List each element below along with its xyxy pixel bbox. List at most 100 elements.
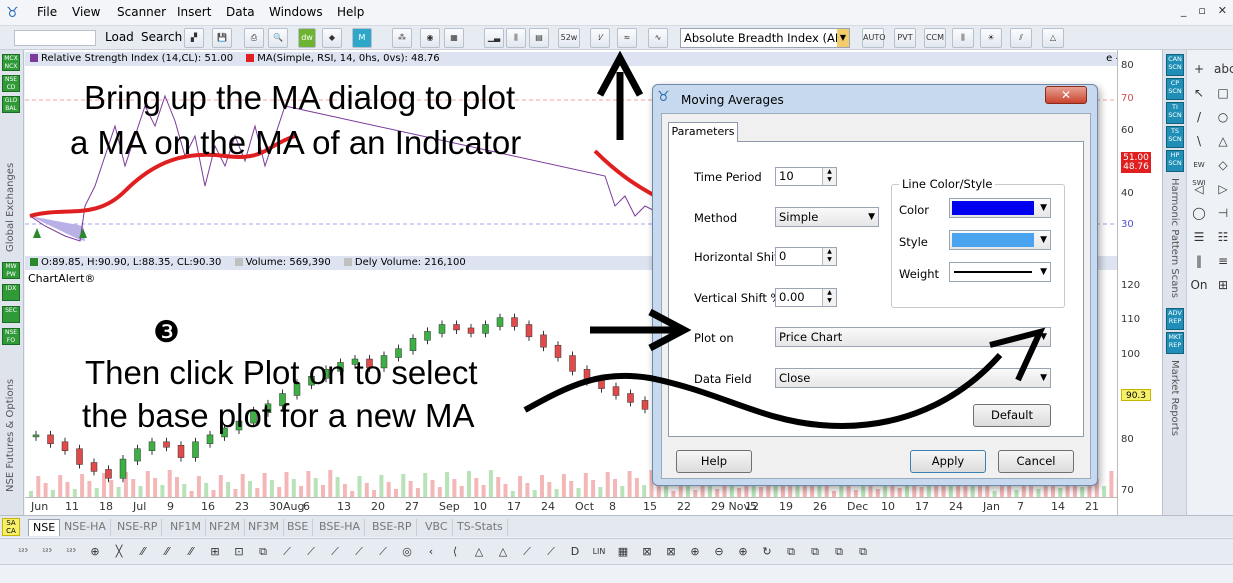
harmonic-scans-label[interactable]: Harmonic Pattern Scans bbox=[1169, 178, 1180, 298]
badge-cp-scn[interactable]: CP SCN bbox=[1166, 78, 1184, 100]
draw-tool-icon[interactable]: EW SWI bbox=[1190, 156, 1208, 187]
bottom-tool-icon[interactable]: ⊕ bbox=[734, 543, 752, 561]
diamond-icon[interactable]: ◆ bbox=[322, 28, 342, 48]
bottom-tool-icon[interactable]: ⁄⁄ bbox=[158, 543, 176, 561]
tab-vbc[interactable]: VBC bbox=[421, 519, 453, 536]
vertical-shift-input[interactable]: 0.00 ▲ ▼ bbox=[775, 288, 837, 307]
tab-bse-rp[interactable]: BSE-RP bbox=[368, 519, 417, 536]
time-period-input[interactable]: 10 ▲ ▼ bbox=[775, 167, 837, 186]
bars-icon[interactable]: ▁▃ bbox=[484, 28, 504, 48]
vp-icon[interactable]: ▤ bbox=[529, 28, 549, 48]
save-icon[interactable]: 💾 bbox=[212, 28, 232, 48]
hilo-icon[interactable]: ⫼ bbox=[506, 28, 526, 48]
tab-nse[interactable]: NSE bbox=[28, 519, 61, 536]
menu-view[interactable]: View bbox=[72, 5, 100, 19]
symbol-input[interactable] bbox=[14, 30, 96, 46]
bottom-tool-icon[interactable]: ⧉ bbox=[854, 543, 872, 561]
bottom-tool-icon[interactable]: △ bbox=[494, 543, 512, 561]
bottom-tool-icon[interactable]: ▦ bbox=[614, 543, 632, 561]
draw-tool-icon[interactable]: ≡ bbox=[1214, 252, 1232, 270]
apply-button[interactable]: Apply bbox=[910, 450, 986, 473]
pattern-icon[interactable]: △ bbox=[1042, 28, 1064, 48]
badge-adv-rep[interactable]: ADV REP bbox=[1166, 308, 1184, 330]
tab-nf2m[interactable]: NF2M bbox=[205, 519, 246, 536]
badge-global[interactable]: GLO BAL bbox=[2, 96, 20, 113]
m-icon[interactable]: M bbox=[352, 28, 372, 48]
nse-fo-label[interactable]: NSE Futures & Options bbox=[5, 352, 16, 492]
badge-nse-cd[interactable]: NSE CD bbox=[2, 75, 20, 92]
bottom-tool-icon[interactable]: ⟋ bbox=[278, 543, 296, 561]
bottom-tool-icon[interactable]: ‹ bbox=[422, 543, 440, 561]
network-icon[interactable]: ⁂ bbox=[392, 28, 412, 48]
draw-tool-icon[interactable]: ◇ bbox=[1214, 156, 1232, 174]
menu-windows[interactable]: Windows bbox=[269, 5, 323, 19]
auto-fibo-icon[interactable]: AUTO FIBO bbox=[862, 28, 886, 60]
menu-insert[interactable]: Insert bbox=[177, 5, 211, 19]
draw-tool-icon[interactable]: On bbox=[1190, 276, 1208, 294]
draw-tool-icon[interactable]: ⊣ bbox=[1214, 204, 1232, 222]
draw-tool-icon[interactable]: △ bbox=[1214, 132, 1232, 150]
bottom-tool-icon[interactable]: ↻ bbox=[758, 543, 776, 561]
dialog-close-button[interactable]: ✕ bbox=[1045, 86, 1087, 104]
bottom-tool-icon[interactable]: ⟋ bbox=[302, 543, 320, 561]
draw-tool-icon[interactable]: ☷ bbox=[1214, 228, 1232, 246]
tab-nse-rp[interactable]: NSE-RP bbox=[113, 519, 163, 536]
search-button[interactable]: Search bbox=[141, 30, 182, 44]
draw-tool-icon[interactable]: ↖ bbox=[1190, 84, 1208, 102]
load-button[interactable]: Load bbox=[105, 30, 134, 44]
draw-tool-icon[interactable]: \ bbox=[1190, 132, 1208, 150]
bottom-tool-icon[interactable]: ⊕ bbox=[686, 543, 704, 561]
badge-ts-scn[interactable]: TS SCN bbox=[1166, 126, 1184, 148]
draw-tool-icon[interactable]: / bbox=[1190, 108, 1208, 126]
bottom-tool-icon[interactable]: ◎ bbox=[398, 543, 416, 561]
table-icon[interactable]: ▦ bbox=[444, 28, 464, 48]
ccm-icon[interactable]: CCM TAM bbox=[924, 28, 946, 60]
close-window-button[interactable]: ✕ bbox=[1218, 4, 1227, 17]
horizontal-shift-input[interactable]: 0 ▲ ▼ bbox=[775, 247, 837, 266]
draw-tool-icon[interactable]: ☰ bbox=[1190, 228, 1208, 246]
spinner-icon[interactable]: ▲ ▼ bbox=[822, 168, 836, 185]
tab-ts-stats[interactable]: TS-Stats bbox=[453, 519, 508, 536]
style-select[interactable]: ▼ bbox=[949, 230, 1051, 250]
color-select[interactable]: ▼ bbox=[949, 198, 1051, 218]
bottom-tool-icon[interactable]: ⁄⁄ bbox=[134, 543, 152, 561]
badge-idx[interactable]: IDX bbox=[2, 284, 20, 301]
draw-tool-icon[interactable]: □ bbox=[1214, 84, 1232, 102]
draw-tool-icon[interactable]: ◯ bbox=[1190, 204, 1208, 222]
cancel-button[interactable]: Cancel bbox=[998, 450, 1074, 473]
bottom-tool-icon[interactable]: ⊖ bbox=[710, 543, 728, 561]
bottom-tool-icon[interactable]: ⧉ bbox=[254, 543, 272, 561]
draw-tool-icon[interactable]: ‖ bbox=[1190, 252, 1208, 270]
tab-bse[interactable]: BSE bbox=[283, 519, 314, 536]
data-field-select[interactable]: Close ▼ bbox=[775, 368, 1051, 388]
bottom-tool-icon[interactable]: LIN bbox=[590, 543, 608, 561]
bottom-tool-icon[interactable]: ⊠ bbox=[662, 543, 680, 561]
minimize-button[interactable]: _ bbox=[1181, 4, 1187, 17]
ma-icon[interactable]: ≈ bbox=[617, 28, 637, 48]
tab-nse-ha[interactable]: NSE-HA bbox=[60, 519, 111, 536]
indicator-select[interactable]: Absolute Breadth Index (ABI ▼ bbox=[680, 28, 850, 48]
overlay-icon[interactable]: ∿ bbox=[648, 28, 668, 48]
tab-nf3m[interactable]: NF3M bbox=[244, 519, 285, 536]
candles-icon[interactable]: ⫼ bbox=[952, 28, 974, 48]
trend-icon[interactable]: ⫽ bbox=[1010, 28, 1032, 48]
draw-tool-icon[interactable]: ◁ bbox=[1190, 180, 1208, 198]
global-exchanges-label[interactable]: Global Exchanges bbox=[5, 122, 16, 252]
bottom-tool-icon[interactable]: ⊕ bbox=[86, 543, 104, 561]
draw-tool-icon[interactable]: ⊞ bbox=[1214, 276, 1232, 294]
tab-bse-ha[interactable]: BSE-HA bbox=[315, 519, 366, 536]
bottom-tool-icon[interactable]: ¹²³ bbox=[38, 543, 56, 561]
sa-ca-button[interactable]: SA CA bbox=[2, 518, 20, 536]
bottom-tool-icon[interactable]: ⟋ bbox=[542, 543, 560, 561]
menu-file[interactable]: File bbox=[37, 5, 57, 19]
method-select[interactable]: Simple ▼ bbox=[775, 207, 879, 227]
badge-mcx[interactable]: MCX NCX bbox=[2, 54, 20, 71]
print-icon[interactable]: ⎙ bbox=[244, 28, 264, 48]
ts-icon[interactable]: ☀ bbox=[980, 28, 1002, 48]
globe-icon[interactable]: ◉ bbox=[420, 28, 440, 48]
help-button[interactable]: Help bbox=[676, 450, 752, 473]
badge-ti-scn[interactable]: TI SCN bbox=[1166, 102, 1184, 124]
bottom-tool-icon[interactable]: ⊡ bbox=[230, 543, 248, 561]
default-button[interactable]: Default bbox=[973, 404, 1051, 427]
bottom-tool-icon[interactable]: △ bbox=[470, 543, 488, 561]
